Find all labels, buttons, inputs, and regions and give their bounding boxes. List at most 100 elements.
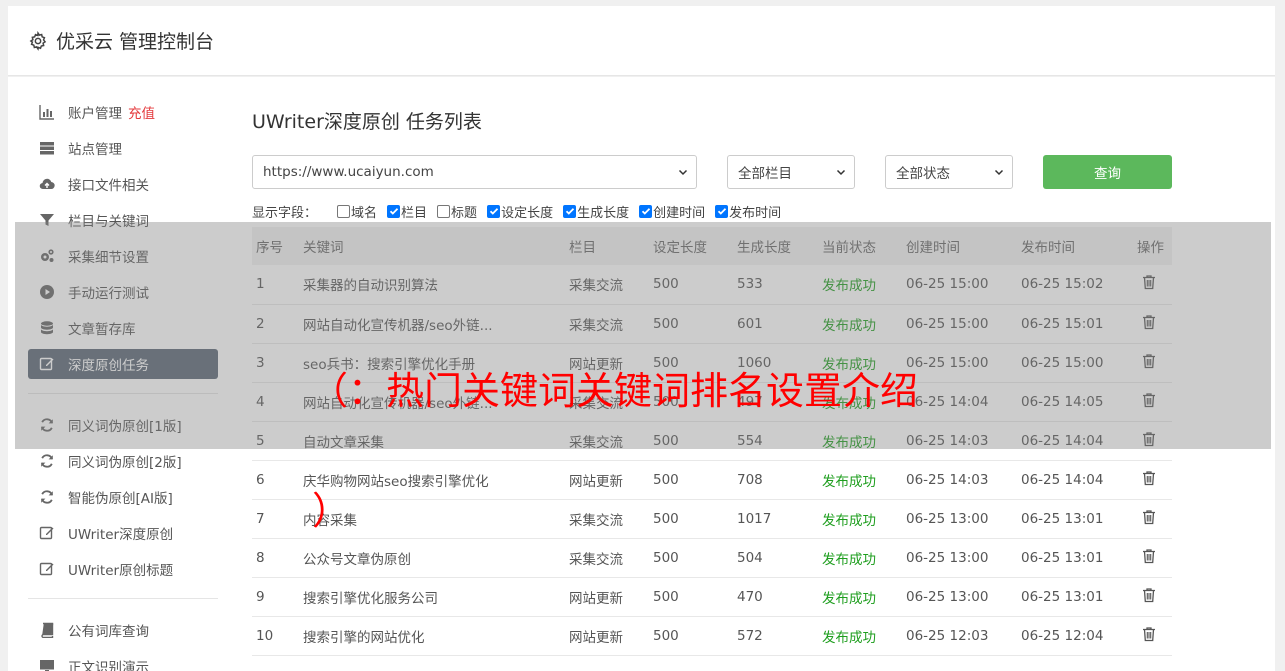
sidebar-item-uwriter-deep[interactable]: UWriter深度原创 <box>28 518 218 548</box>
server-icon <box>38 139 56 157</box>
filter-bar: https://www.ucaiyun.com 全部栏目 全部状态 查询 <box>252 155 1172 189</box>
set-length-cell: 500 <box>649 460 733 500</box>
field-checkbox[interactable]: 栏目 <box>387 202 427 221</box>
status-cell: 发布成功 <box>818 616 902 656</box>
checkbox-checked-icon[interactable] <box>639 204 653 218</box>
action-cell <box>1133 616 1172 656</box>
table-row: 6 庆华购物网站seo搜索引擎优化 网站更新 500 708 发布成功 06-25 14:0… <box>252 460 1172 500</box>
status-cell: 发布成功 <box>818 460 902 500</box>
gen-length-cell: 470 <box>733 577 818 617</box>
keyword-cell: 搜索引擎的网站优化 <box>299 616 565 656</box>
chevron-down-icon <box>994 169 1004 176</box>
keyword-cell: 搜索引擎优化服务公司 <box>299 577 565 617</box>
row-index: 10 <box>252 616 299 656</box>
status-select-value: 全部状态 <box>896 166 950 182</box>
trash-icon[interactable] <box>1141 548 1157 564</box>
published-time-cell: 06-25 13:01 <box>1017 577 1133 617</box>
field-checkbox[interactable]: 发布时间 <box>715 202 781 221</box>
overlay-caption: （：热门关键词关键词排名设置介绍 <box>310 369 919 413</box>
recharge-link[interactable]: 充值 <box>128 102 155 122</box>
field-checkbox[interactable]: 设定长度 <box>487 202 553 221</box>
refresh-icon <box>38 488 56 506</box>
created-time-cell: 06-25 13:00 <box>902 538 1017 578</box>
row-index: 9 <box>252 577 299 617</box>
field-checkbox-label: 生成长度 <box>577 205 630 221</box>
sidebar-divider <box>28 598 218 599</box>
action-cell <box>1133 460 1172 500</box>
chevron-down-icon <box>678 169 688 176</box>
set-length-cell: 500 <box>649 616 733 656</box>
sidebar-item-public-lexicon[interactable]: 公有词库查询 <box>28 615 218 645</box>
checkbox-checked-icon[interactable] <box>387 204 401 218</box>
sidebar-item-sites[interactable]: 站点管理 <box>28 133 218 163</box>
set-length-cell: 500 <box>649 499 733 539</box>
cloud-upload-icon <box>38 175 56 193</box>
action-cell <box>1133 577 1172 617</box>
sidebar-item-smart-ai[interactable]: 智能伪原创[AI版] <box>28 482 218 512</box>
console-title: 优采云 管理控制台 <box>56 31 215 53</box>
monitor-icon <box>38 657 56 671</box>
column-cell: 网站更新 <box>565 616 649 656</box>
sidebar-item-uwriter-title[interactable]: UWriter原创标题 <box>28 554 218 584</box>
sidebar-item-label: 账户管理 <box>68 106 122 122</box>
checkbox-checked-icon[interactable] <box>487 204 501 218</box>
table-row: 9 搜索引擎优化服务公司 网站更新 500 470 发布成功 06-25 13:00 06-2… <box>252 577 1172 617</box>
sidebar-item-synonym-v2[interactable]: 同义词伪原创[2版] <box>28 446 218 476</box>
column-select-value: 全部栏目 <box>738 166 792 182</box>
chevron-down-icon <box>836 169 846 176</box>
page-title: UWriter深度原创 任务列表 <box>252 111 482 133</box>
trash-icon[interactable] <box>1141 626 1157 642</box>
created-time-cell: 06-25 12:03 <box>902 616 1017 656</box>
trash-icon[interactable] <box>1141 470 1157 486</box>
gen-length-cell: 708 <box>733 460 818 500</box>
status-cell: 发布成功 <box>818 499 902 539</box>
trash-icon[interactable] <box>1141 509 1157 525</box>
status-cell: 发布成功 <box>818 577 902 617</box>
field-checkbox-label: 创建时间 <box>653 205 706 221</box>
field-checkbox-label: 栏目 <box>401 205 428 221</box>
column-cell: 网站更新 <box>565 460 649 500</box>
action-cell <box>1133 538 1172 578</box>
sidebar-item-text-recognition[interactable]: 正文识别演示 <box>28 651 218 671</box>
sidebar-item-label: 智能伪原创[AI版] <box>68 491 173 507</box>
refresh-icon <box>38 452 56 470</box>
table-row: 10 搜索引擎的网站优化 网站更新 500 572 发布成功 06-25 12:03 06-2… <box>252 616 1172 656</box>
column-cell: 采集交流 <box>565 499 649 539</box>
checkbox-unchecked-icon[interactable] <box>337 204 351 218</box>
checkbox-unchecked-icon[interactable] <box>437 204 451 218</box>
field-checkbox[interactable]: 创建时间 <box>639 202 705 221</box>
field-checkbox[interactable]: 标题 <box>437 202 477 221</box>
row-index: 8 <box>252 538 299 578</box>
field-checkbox-label: 设定长度 <box>501 205 554 221</box>
set-length-cell: 500 <box>649 538 733 578</box>
created-time-cell: 06-25 13:00 <box>902 577 1017 617</box>
checkbox-checked-icon[interactable] <box>563 204 577 218</box>
field-checkbox[interactable]: 域名 <box>337 202 377 221</box>
query-button[interactable]: 查询 <box>1043 155 1172 189</box>
status-select[interactable]: 全部状态 <box>885 155 1013 189</box>
bar-chart-icon <box>38 103 56 121</box>
column-select[interactable]: 全部栏目 <box>727 155 855 189</box>
published-time-cell: 06-25 14:04 <box>1017 460 1133 500</box>
published-time-cell: 06-25 12:04 <box>1017 616 1133 656</box>
set-length-cell: 500 <box>649 577 733 617</box>
checkbox-checked-icon[interactable] <box>715 204 729 218</box>
status-cell: 发布成功 <box>818 538 902 578</box>
gear-icon <box>29 30 47 51</box>
field-checkbox[interactable]: 生成长度 <box>563 202 629 221</box>
sidebar-item-account[interactable]: 账户管理 充值 <box>28 97 218 127</box>
published-time-cell: 06-25 13:01 <box>1017 538 1133 578</box>
trash-icon[interactable] <box>1141 587 1157 603</box>
column-cell: 网站更新 <box>565 577 649 617</box>
created-time-cell: 06-25 13:00 <box>902 499 1017 539</box>
top-header: 优采云 管理控制台 <box>8 6 1275 76</box>
gen-length-cell: 1017 <box>733 499 818 539</box>
published-time-cell: 06-25 13:01 <box>1017 499 1133 539</box>
site-select[interactable]: https://www.ucaiyun.com <box>252 155 697 189</box>
sidebar-item-label: 站点管理 <box>68 142 122 158</box>
field-checkbox-label: 域名 <box>351 205 378 221</box>
sidebar-item-interface[interactable]: 接口文件相关 <box>28 169 218 199</box>
edit-icon <box>38 560 56 578</box>
overlay-caption-end: ） <box>312 489 351 533</box>
row-index: 6 <box>252 460 299 500</box>
